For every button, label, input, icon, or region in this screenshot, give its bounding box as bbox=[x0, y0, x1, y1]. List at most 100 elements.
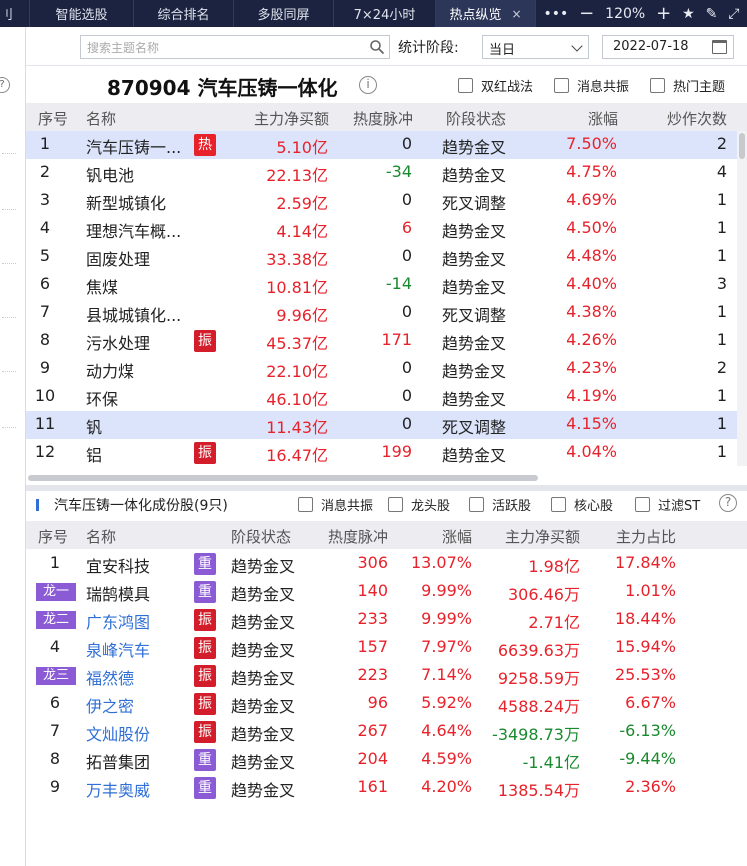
scroll-thumb[interactable] bbox=[739, 133, 745, 159]
row-name[interactable]: 县城城镇化... bbox=[86, 302, 181, 326]
search-input[interactable]: 搜索主题名称 bbox=[80, 35, 390, 59]
checkbox[interactable] bbox=[458, 78, 473, 93]
col-no[interactable]: 序号 bbox=[38, 526, 68, 547]
table-row[interactable]: 龙二 广东鸿图 振趋势金叉 233 9.99% 2.71亿 18.44% bbox=[26, 606, 747, 634]
more-icon[interactable]: ••• bbox=[543, 6, 568, 22]
col-name[interactable]: 名称 bbox=[86, 108, 116, 129]
checkbox[interactable] bbox=[469, 497, 484, 512]
table-row[interactable]: 12 铝 振 16.47亿 199 趋势金叉 4.04% 1 bbox=[26, 439, 737, 467]
table-row[interactable]: 7 文灿股份 振趋势金叉 267 4.64% -3498.73万 -6.13% bbox=[26, 718, 747, 746]
table-row[interactable]: 4 理想汽车概... 4.14亿 6 趋势金叉 4.50% 1 bbox=[26, 215, 737, 243]
tab-rankings[interactable]: 综合排名 bbox=[134, 0, 234, 27]
row-name[interactable]: 环保 bbox=[86, 386, 118, 410]
horizontal-scrollbar[interactable] bbox=[26, 471, 737, 485]
col-change[interactable]: 涨幅 bbox=[442, 526, 472, 547]
window-toolbar: ••• − 120% + ★ ✎ ⤢ bbox=[536, 0, 747, 27]
option-hot-theme[interactable]: 热门主题 bbox=[650, 76, 725, 95]
table-row[interactable]: 4 泉峰汽车 振趋势金叉 157 7.97% 6639.63万 15.94% bbox=[26, 634, 747, 662]
checkbox[interactable] bbox=[554, 78, 569, 93]
table-row[interactable]: 9 万丰奥威 重趋势金叉 161 4.20% 1385.54万 2.36% bbox=[26, 774, 747, 802]
option-filter-st[interactable]: 过滤ST bbox=[635, 495, 700, 514]
row-name[interactable]: 瑞鹄模具 bbox=[86, 581, 150, 605]
option-news-resonance[interactable]: 消息共振 bbox=[298, 495, 373, 514]
help-icon[interactable]: ? bbox=[719, 494, 737, 512]
row-name[interactable]: 新型城镇化 bbox=[86, 190, 166, 214]
table-row[interactable]: 8 拓普集团 重趋势金叉 204 4.59% -1.41亿 -9.44% bbox=[26, 746, 747, 774]
table-row[interactable]: 11 钒 11.43亿 0 死叉调整 4.15% 1 bbox=[26, 411, 737, 439]
row-name[interactable]: 宜安科技 bbox=[86, 553, 150, 577]
col-stage[interactable]: 阶段状态 bbox=[446, 108, 506, 129]
row-name[interactable]: 福然德 bbox=[86, 665, 134, 689]
table-row[interactable]: 6 伊之密 振趋势金叉 96 5.92% 4588.24万 6.67% bbox=[26, 690, 747, 718]
col-pulse[interactable]: 热度脉冲 bbox=[353, 108, 413, 129]
row-name[interactable]: 伊之密 bbox=[86, 693, 134, 717]
row-name[interactable]: 广东鸿图 bbox=[86, 609, 150, 633]
table-row[interactable]: 3 新型城镇化 2.59亿 0 死叉调整 4.69% 1 bbox=[26, 187, 737, 215]
row-name[interactable]: 固废处理 bbox=[86, 246, 150, 270]
checkbox[interactable] bbox=[650, 78, 665, 93]
col-ratio[interactable]: 主力占比 bbox=[616, 526, 676, 547]
info-icon[interactable]: i bbox=[359, 76, 377, 94]
table-row[interactable]: 2 钒电池 22.13亿 -34 趋势金叉 4.75% 4 bbox=[26, 159, 737, 187]
scroll-thumb[interactable] bbox=[28, 475, 538, 481]
vertical-scrollbar[interactable] bbox=[737, 131, 747, 466]
edit-icon[interactable]: ✎ bbox=[706, 6, 718, 22]
row-name[interactable]: 理想汽车概... bbox=[86, 218, 181, 242]
col-stage[interactable]: 阶段状态 bbox=[231, 526, 291, 547]
row-name[interactable]: 钒 bbox=[86, 414, 102, 438]
tab-smart-stock[interactable]: 智能选股 bbox=[30, 0, 134, 27]
row-ratio: -6.13% bbox=[619, 721, 676, 740]
col-no[interactable]: 序号 bbox=[38, 108, 68, 129]
table-row[interactable]: 龙三 福然德 振趋势金叉 223 7.14% 9258.59万 25.53% bbox=[26, 662, 747, 690]
table-row[interactable]: 5 固废处理 33.38亿 0 趋势金叉 4.48% 1 bbox=[26, 243, 737, 271]
help-icon[interactable]: ? bbox=[0, 77, 10, 93]
table-row[interactable]: 6 焦煤 10.81亿 -14 趋势金叉 4.40% 3 bbox=[26, 271, 737, 299]
star-icon[interactable]: ★ bbox=[682, 6, 695, 22]
col-net[interactable]: 主力净买额 bbox=[254, 108, 329, 129]
col-times[interactable]: 炒作次数 bbox=[667, 108, 727, 129]
option-double-red[interactable]: 双红战法 bbox=[458, 76, 533, 95]
row-name[interactable]: 万丰奥威 bbox=[86, 777, 150, 801]
col-name[interactable]: 名称 bbox=[86, 526, 116, 547]
table-row[interactable]: 1 宜安科技 重趋势金叉 306 13.07% 1.98亿 17.84% bbox=[26, 550, 747, 578]
expand-icon[interactable]: ⤢ bbox=[728, 6, 739, 22]
tab-label: 多股同屏 bbox=[257, 8, 310, 23]
row-name[interactable]: 泉峰汽车 bbox=[86, 637, 150, 661]
date-picker[interactable]: 2022-07-18 bbox=[602, 35, 734, 59]
option-news-resonance[interactable]: 消息共振 bbox=[554, 76, 629, 95]
row-name[interactable]: 钒电池 bbox=[86, 162, 134, 186]
tab-partial[interactable]: 刂 bbox=[0, 0, 30, 27]
row-name[interactable]: 污水处理 bbox=[86, 330, 150, 354]
row-name[interactable]: 文灿股份 bbox=[86, 721, 150, 745]
row-name[interactable]: 汽车压铸一... bbox=[86, 134, 181, 158]
row-name[interactable]: 拓普集团 bbox=[86, 749, 150, 773]
col-net[interactable]: 主力净买额 bbox=[505, 526, 580, 547]
zoom-out-icon[interactable]: − bbox=[579, 3, 594, 24]
option-core-stock[interactable]: 核心股 bbox=[551, 495, 613, 514]
tab-24h[interactable]: 7×24小时 bbox=[334, 0, 436, 27]
col-change[interactable]: 涨幅 bbox=[588, 108, 618, 129]
col-pulse[interactable]: 热度脉冲 bbox=[328, 526, 388, 547]
table-row[interactable]: 10 环保 46.10亿 0 趋势金叉 4.19% 1 bbox=[26, 383, 737, 411]
row-name[interactable]: 动力煤 bbox=[86, 358, 134, 382]
checkbox[interactable] bbox=[388, 497, 403, 512]
zoom-in-icon[interactable]: + bbox=[656, 3, 671, 24]
close-icon[interactable]: × bbox=[511, 7, 521, 21]
table-row[interactable]: 龙一 瑞鹄模具 重趋势金叉 140 9.99% 306.46万 1.01% bbox=[26, 578, 747, 606]
tab-multi-screen[interactable]: 多股同屏 bbox=[234, 0, 334, 27]
checkbox[interactable] bbox=[551, 497, 566, 512]
table-row[interactable]: 7 县城城镇化... 9.96亿 0 死叉调整 4.38% 1 bbox=[26, 299, 737, 327]
option-active-stock[interactable]: 活跃股 bbox=[469, 495, 531, 514]
row-name[interactable]: 焦煤 bbox=[86, 274, 118, 298]
table-row[interactable]: 1 汽车压铸一... 热 5.10亿 0 趋势金叉 7.50% 2 bbox=[26, 131, 737, 159]
checkbox[interactable] bbox=[635, 497, 650, 512]
checkbox[interactable] bbox=[298, 497, 313, 512]
row-name[interactable]: 铝 bbox=[86, 442, 102, 466]
table-row[interactable]: 9 动力煤 22.10亿 0 趋势金叉 4.23% 2 bbox=[26, 355, 737, 383]
table-row[interactable]: 8 污水处理 振 45.37亿 171 趋势金叉 4.26% 1 bbox=[26, 327, 737, 355]
stage-select[interactable]: 当日 bbox=[482, 35, 589, 59]
search-icon[interactable] bbox=[369, 39, 385, 55]
tab-hotspot-overview[interactable]: 热点纵览 × bbox=[436, 0, 536, 27]
option-leader-stock[interactable]: 龙头股 bbox=[388, 495, 450, 514]
calendar-icon[interactable] bbox=[712, 40, 727, 54]
